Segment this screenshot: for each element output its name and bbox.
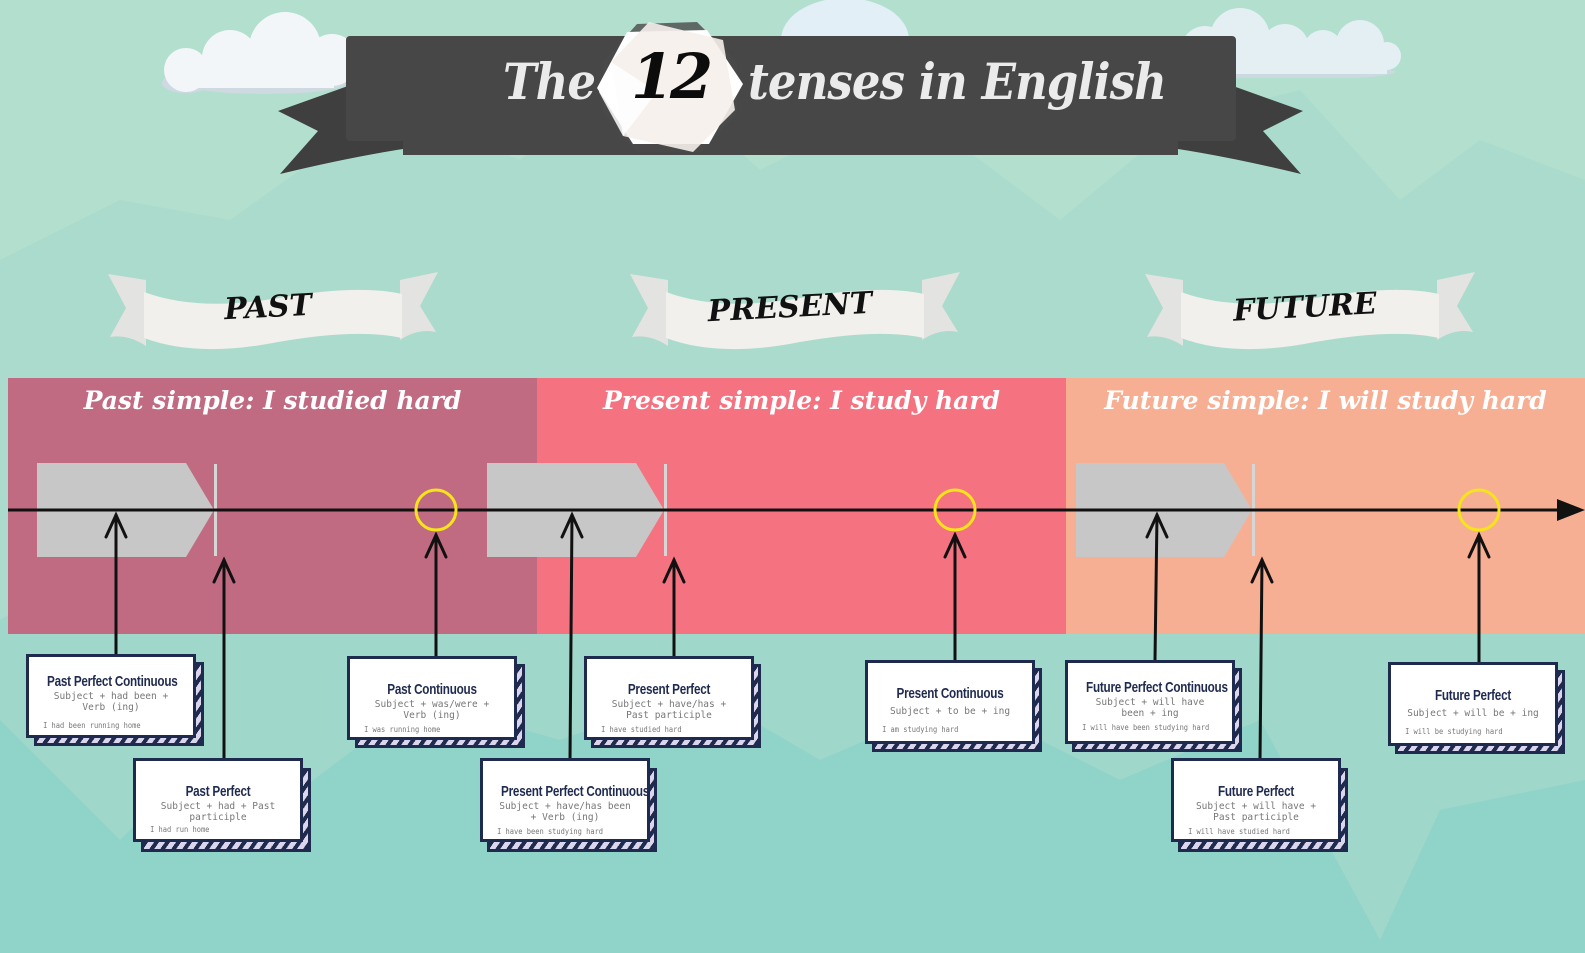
card-formula: Subject + was/were + Verb (ing) (374, 699, 490, 721)
card-example: I had run home (150, 825, 210, 834)
band-present: Present simple: I study hard (537, 378, 1066, 634)
card-title: Present Perfect Continuous (501, 783, 650, 800)
card-formula: Subject + to be + ing (889, 706, 1011, 717)
tense-card-present-perfect-continuous: Present Perfect Continuous Subject + hav… (480, 758, 650, 842)
card-formula: Subject + had been + Verb (ing) (53, 691, 169, 713)
card-example: I had been running home (43, 721, 141, 730)
tense-card-past-continuous: Past Continuous Subject + was/were + Ver… (347, 656, 517, 740)
tense-card-future-perfect-continuous: Future Perfect Continuous Subject + will… (1065, 660, 1235, 744)
card-formula: Subject + will have been + ing (1095, 697, 1205, 719)
card-title: Present Continuous (896, 685, 1004, 702)
card-example: I will have studied hard (1188, 827, 1290, 836)
past-simple-text: Past simple: I studied hard (83, 386, 462, 415)
tense-card-past-perfect-continuous: Past Perfect Continuous Subject + had be… (26, 654, 196, 738)
title-suffix: tenses in English (748, 52, 1167, 111)
band-future: Future simple: I will study hard (1066, 378, 1585, 634)
title-number: 12 (630, 40, 713, 113)
card-title: Past Continuous (387, 681, 477, 698)
card-formula: Subject + have/has been + Verb (ing) (499, 801, 631, 823)
card-example: I have been studying hard (497, 827, 604, 836)
card-title: Future Perfect (1217, 783, 1295, 800)
card-formula: Subject + had + Past participle (160, 801, 276, 823)
card-title: Past Perfect (185, 783, 251, 800)
card-title: Future Perfect Continuous (1086, 679, 1228, 696)
tense-card-present-perfect: Present Perfect Subject + have/has + Pas… (584, 656, 754, 740)
card-example: I was running home (364, 725, 441, 734)
band-past: Past simple: I studied hard (8, 378, 537, 634)
card-title: Future Perfect (1434, 687, 1512, 704)
card-formula: Subject + have/has + Past participle (611, 699, 727, 721)
card-example: I have studied hard (601, 725, 682, 734)
title-prefix: The (503, 52, 596, 111)
card-example: I will have been studying hard (1082, 723, 1210, 732)
tense-card-past-perfect: Past Perfect Subject + had + Past partic… (133, 758, 303, 842)
card-formula: Subject + will have + Past participle (1195, 801, 1317, 823)
card-formula: Subject + will be + ing (1407, 708, 1539, 719)
tense-card-future-continuous: Future Perfect Subject + will be + ing I… (1388, 662, 1558, 746)
card-title: Past Perfect Continuous (47, 673, 178, 690)
tense-card-present-continuous: Present Continuous Subject + to be + ing… (865, 660, 1035, 744)
card-title: Present Perfect (627, 681, 711, 698)
card-example: I will be studying hard (1405, 727, 1503, 736)
future-simple-text: Future simple: I will study hard (1104, 386, 1547, 415)
card-example: I am studying hard (882, 725, 959, 734)
tense-card-future-perfect: Future Perfect Subject + will have + Pas… (1171, 758, 1341, 842)
present-simple-text: Present simple: I study hard (602, 386, 1001, 415)
